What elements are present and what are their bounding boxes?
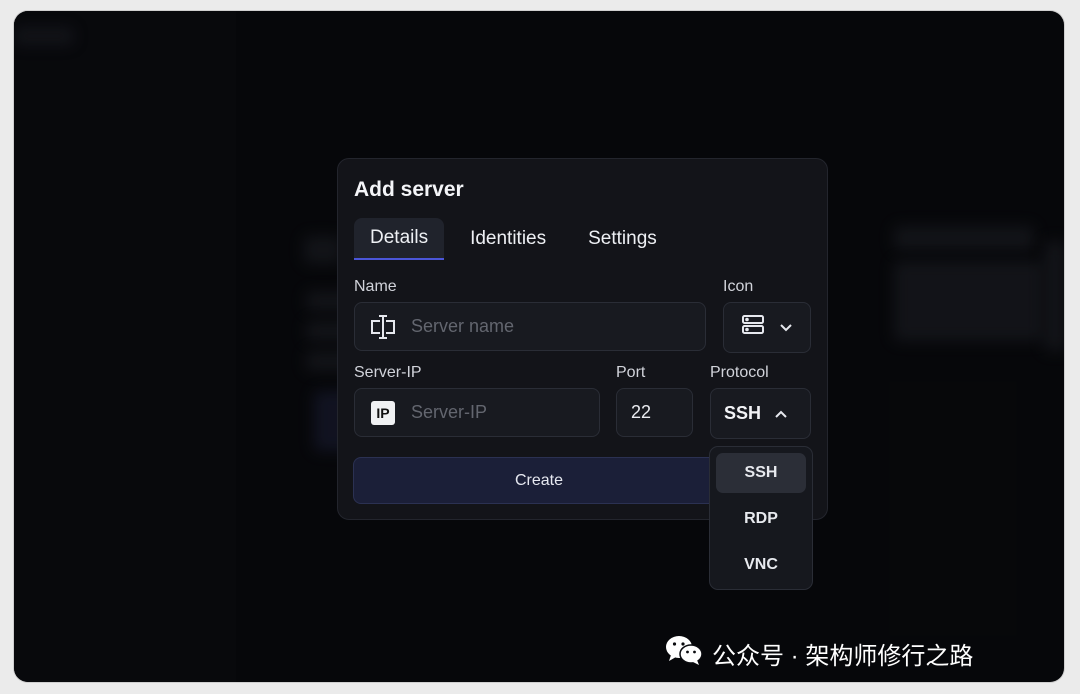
watermark: 公众号 · 架构师修行之路	[665, 634, 973, 673]
icon-picker-select[interactable]	[723, 302, 811, 353]
icon-label: Icon	[723, 278, 754, 295]
protocol-option-rdp[interactable]: RDP	[716, 499, 806, 539]
name-label: Name	[354, 278, 397, 295]
dialog-title: Add server	[354, 178, 464, 201]
ip-icon: IP	[355, 400, 411, 425]
protocol-option-vnc[interactable]: VNC	[716, 545, 806, 585]
wechat-icon	[665, 634, 703, 673]
server-name-input[interactable]: Server name	[354, 302, 706, 351]
port-value: 22	[631, 402, 652, 422]
port-input[interactable]: 22	[616, 388, 693, 437]
server-ip-label: Server-IP	[354, 364, 422, 381]
server-ip-input[interactable]: IP Server-IP	[354, 388, 600, 437]
server-icon	[742, 315, 764, 340]
chevron-up-icon	[775, 405, 787, 423]
dialog-tabs: Details Identities Settings	[354, 218, 673, 260]
server-ip-placeholder: Server-IP	[411, 402, 488, 422]
port-label: Port	[616, 364, 646, 381]
protocol-dropdown-menu: SSH RDP VNC	[709, 446, 813, 590]
tab-details[interactable]: Details	[354, 218, 445, 260]
server-name-placeholder: Server name	[411, 316, 515, 336]
create-button[interactable]: Create	[353, 457, 725, 504]
tab-settings[interactable]: Settings	[572, 218, 673, 260]
chevron-down-icon	[780, 319, 792, 337]
tab-identities[interactable]: Identities	[454, 218, 562, 260]
watermark-text: 公众号 · 架构师修行之路	[712, 643, 974, 670]
app-window: Add server Details Identities Settings N…	[14, 11, 1064, 682]
protocol-label: Protocol	[710, 364, 769, 381]
protocol-option-ssh[interactable]: SSH	[716, 453, 806, 493]
protocol-value: SSH	[724, 403, 762, 423]
protocol-select[interactable]: SSH	[710, 388, 811, 439]
text-cursor-icon	[355, 314, 411, 340]
